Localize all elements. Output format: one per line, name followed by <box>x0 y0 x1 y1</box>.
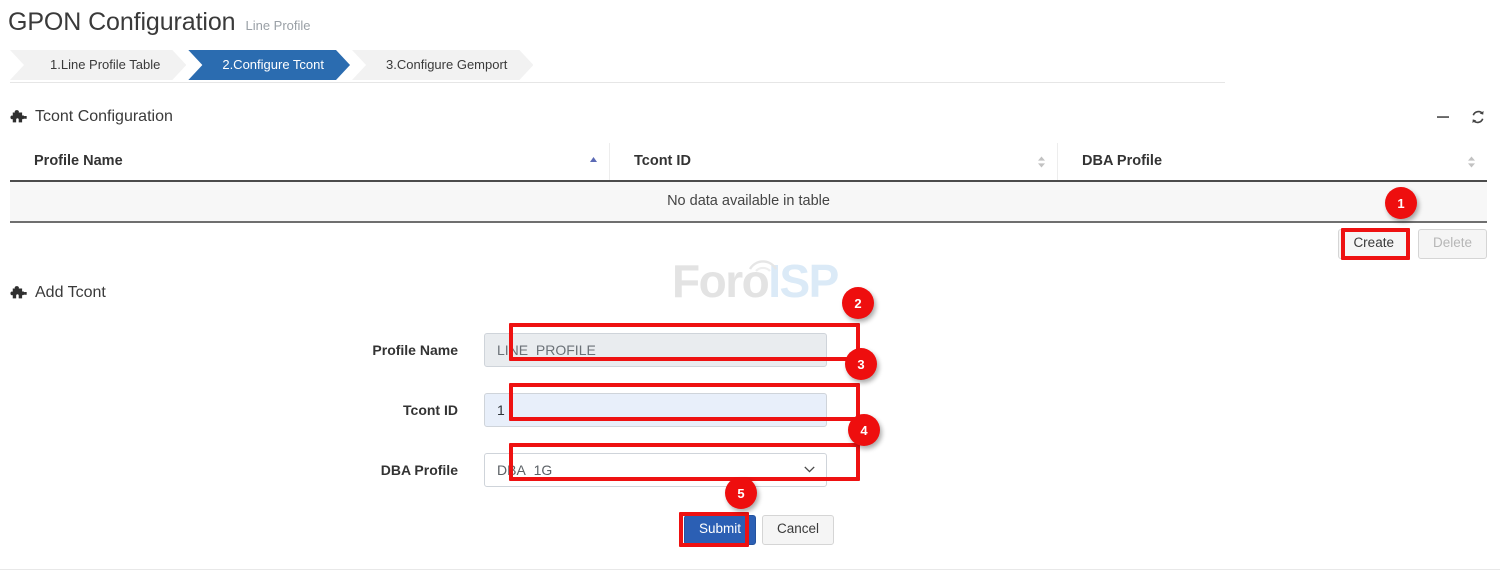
dba-profile-select[interactable]: DBA_1G <box>484 453 827 487</box>
add-tcont-header: Add Tcont <box>10 284 106 302</box>
form-row-tcont-id: Tcont ID <box>0 380 1500 440</box>
tcont-id-label: Tcont ID <box>0 402 484 418</box>
tcont-table: Profile Name Tcont ID DBA Profile <box>10 143 1487 223</box>
column-label: Profile Name <box>34 153 123 169</box>
create-button[interactable]: Create <box>1338 229 1409 259</box>
cancel-button[interactable]: Cancel <box>762 515 834 545</box>
profile-name-label: Profile Name <box>0 342 484 358</box>
sort-ascending-icon <box>589 155 598 169</box>
minimize-icon[interactable] <box>1435 109 1451 125</box>
delete-button: Delete <box>1418 229 1487 259</box>
sort-both-icon <box>1467 155 1476 169</box>
column-header-tcont-id[interactable]: Tcont ID <box>610 143 1058 181</box>
column-label: Tcont ID <box>634 153 691 169</box>
form-buttons: Submit Cancel <box>684 515 834 545</box>
wizard-step-2[interactable]: 2.Configure Tcont <box>188 50 350 80</box>
wizard-step-3[interactable]: 3.Configure Gemport <box>352 50 533 80</box>
profile-name-field[interactable] <box>484 333 827 367</box>
refresh-icon[interactable] <box>1470 109 1486 125</box>
page-header: GPON Configuration Line Profile <box>8 8 311 37</box>
empty-message: No data available in table <box>10 181 1487 222</box>
wifi-arc-icon <box>746 252 780 272</box>
column-label: DBA Profile <box>1082 153 1162 169</box>
wizard-step-1[interactable]: 1.Line Profile Table <box>10 50 186 80</box>
submit-button[interactable]: Submit <box>684 515 756 545</box>
panel-title: Tcont Configuration <box>35 108 173 126</box>
column-header-profile-name[interactable]: Profile Name <box>10 143 610 181</box>
tcont-id-field[interactable] <box>484 393 827 427</box>
table-action-buttons: Create Delete <box>1338 229 1487 259</box>
annotation-badge-2: 2 <box>842 287 874 319</box>
tcont-configuration-panel-header: Tcont Configuration <box>10 104 1486 130</box>
wizard-divider <box>10 82 1225 83</box>
dba-profile-label: DBA Profile <box>0 462 484 478</box>
form-row-profile-name: Profile Name <box>0 320 1500 380</box>
wizard-steps: 1.Line Profile Table 2.Configure Tcont 3… <box>10 50 535 80</box>
add-tcont-form: Profile Name Tcont ID DBA Profile DBA_1G <box>0 320 1500 500</box>
sort-both-icon <box>1037 155 1046 169</box>
form-row-dba-profile: DBA Profile DBA_1G <box>0 440 1500 500</box>
page-subtitle: Line Profile <box>245 18 310 33</box>
panel-tools <box>1435 109 1486 125</box>
table-header-row: Profile Name Tcont ID DBA Profile <box>10 143 1487 181</box>
puzzle-piece-icon <box>10 285 27 302</box>
dba-profile-select-wrapper: DBA_1G <box>484 453 827 487</box>
page-title: GPON Configuration <box>8 8 235 37</box>
puzzle-piece-icon <box>10 109 27 126</box>
table-empty-row: No data available in table <box>10 181 1487 222</box>
column-header-dba-profile[interactable]: DBA Profile <box>1058 143 1488 181</box>
form-title: Add Tcont <box>35 284 106 302</box>
